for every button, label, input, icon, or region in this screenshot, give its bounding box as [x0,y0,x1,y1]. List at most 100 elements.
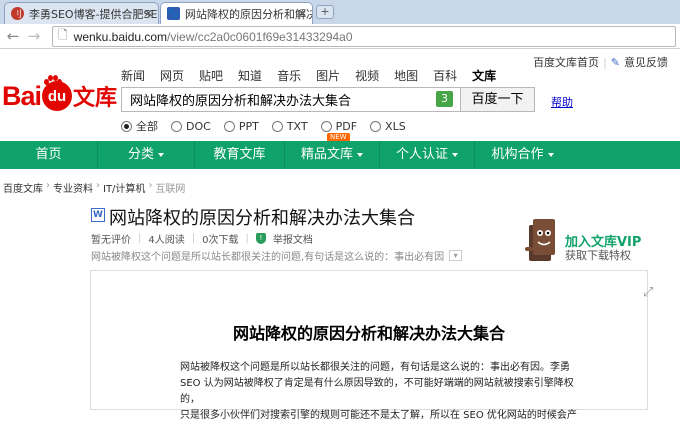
body-line: 网站被降权这个问题是所以站长都很关注的问题，有句话是这么说的：事出必有因。李勇 [180,362,570,373]
filter-label: TXT [286,119,308,133]
divider: | [138,233,142,244]
main-nav: 首页 分类 教育文库 精品文库 个人认证 机构合作 [0,141,680,169]
breadcrumb-item[interactable]: 百度文库 [3,180,43,195]
doc-page-title: 网站降权的原因分析和解决办法大集合 [232,324,505,343]
file-type-filters: 全部 DOC PPT TXT PDF XLS [121,118,419,134]
filter-ppt[interactable]: PPT [223,119,259,133]
search-button[interactable]: 百度一下 [460,87,535,112]
doc-rating: 暂无评价 [91,235,131,246]
doc-page-body: 网站被降权这个问题是所以站长都很关注的问题，有句话是这么说的：事出必有因。李勇 … [180,360,590,424]
wenku-home-link[interactable]: 百度文库首页 [533,54,599,70]
nav-label: 教育文库 [213,147,266,162]
chevron-down-icon [452,152,458,157]
category-map[interactable]: 地图 [394,67,418,84]
radio-icon[interactable] [171,120,182,132]
word-doc-icon: W [91,208,105,222]
filter-txt[interactable]: TXT [271,119,308,133]
address-bar[interactable]: 🗋 wenku.baidu.com/view/cc2a0c0601f69e314… [52,26,676,47]
category-web[interactable]: 网页 [160,67,184,84]
tab-title: 网站降权的原因分析和解决... [185,7,312,21]
doc-downloads: 0次下载 [202,235,239,246]
doc-readers: 4人阅读 [148,235,185,246]
radio-icon[interactable] [121,120,132,132]
url-host: wenku.baidu.com [73,29,168,44]
help-link[interactable]: 帮助 [551,94,573,110]
breadcrumb-separator: › [96,180,100,191]
browser-tab-bar: 刂 李勇SEO博客-提供合肥SE... ✕ 🐾 网站降权的原因分析和解决... … [0,0,680,24]
category-music[interactable]: 音乐 [277,67,301,84]
category-news[interactable]: 新闻 [121,67,145,84]
vip-subtitle: 获取下载特权 [565,249,631,262]
nav-education[interactable]: 教育文库 [195,141,285,169]
breadcrumb: 百度文库 › 专业资料 › IT/计算机 › 互联网 [3,180,185,195]
feedback-link[interactable]: 意见反馈 [624,54,668,70]
nav-premium[interactable]: 精品文库 [285,141,380,169]
filter-label: XLS [385,119,406,133]
forward-arrow-icon[interactable]: → [25,27,43,45]
radio-icon[interactable] [223,120,235,132]
search-input[interactable]: 网站降权的原因分析和解决办法大集合 [121,87,460,112]
nav-category[interactable]: 分类 [98,141,195,169]
browser-toolbar: ← → 🗋 wenku.baidu.com/view/cc2a0c0601f69… [0,24,680,49]
nav-personal-auth[interactable]: 个人认证 [380,141,475,169]
chevron-down-icon [158,152,164,157]
category-wenku[interactable]: 文库 [472,67,496,84]
nav-institution[interactable]: 机构合作 [475,141,570,169]
close-icon[interactable]: ✕ [298,7,307,20]
body-line: 只是很多小伙伴们对搜索引擎的规则可能还不是太了解，所以在 SEO 优化网站的时候… [180,410,577,421]
filter-pdf[interactable]: PDF [320,119,358,133]
breadcrumb-item[interactable]: 专业资料 [53,180,93,195]
doc-title: 网站降权的原因分析和解决办法大集合 [109,208,415,229]
chevron-down-icon [357,152,363,157]
breadcrumb-item[interactable]: IT/计算机 [103,180,145,195]
nav-label: 首页 [35,147,62,162]
breadcrumb-separator: › [148,180,153,191]
new-tab-button[interactable]: + [316,5,334,19]
breadcrumb-item[interactable]: 互联网 [155,180,185,195]
breadcrumb-separator: › [46,180,50,191]
shield-icon: ! [255,233,266,244]
url-path: /view/cc2a0c0601f69e31433294a0 [167,29,353,44]
paw-icon [44,75,62,88]
nav-label: 精品文库 [300,147,353,162]
top-links: 百度文库首页 | ✎ 意见反馈 [533,54,668,70]
category-video[interactable]: 视频 [355,67,379,84]
browser-tab-1[interactable]: 刂 李勇SEO博客-提供合肥SE... ✕ [4,2,159,24]
filter-label: PDF [335,119,358,133]
back-arrow-icon[interactable]: ← [4,27,22,45]
browser-tab-2[interactable]: 🐾 网站降权的原因分析和解决... ✕ [160,2,313,24]
category-baike[interactable]: 百科 [433,67,457,84]
fullscreen-icon[interactable]: ⤢ [643,285,659,301]
summary-text: 网站被降权这个问题是所以站长都很关注的问题,有句话是这么说的：事出必有因 [91,252,445,263]
logo-ku: 文库 [73,85,118,110]
search-count-badge: 3 [436,91,453,107]
filter-label: PPT [238,119,259,133]
radio-icon[interactable] [320,120,332,132]
filter-xls[interactable]: XLS [370,120,406,133]
search-category-links: 新闻 网页 贴吧 知道 音乐 图片 视频 地图 百科 文库 [121,67,511,84]
baidu-favicon-icon: 🐾 [167,7,180,20]
doc-summary: 网站被降权这个问题是所以站长都很关注的问题,有句话是这么说的：事出必有因 ▾ [91,248,463,263]
page-icon: 🗋 [58,28,68,42]
filter-label: 全部 [136,120,158,133]
filter-doc[interactable]: DOC [171,120,211,133]
report-link[interactable]: 举报文档 [273,231,313,246]
nav-label: 个人认证 [395,147,448,162]
radio-icon[interactable] [271,120,283,132]
category-zhidao[interactable]: 知道 [238,67,262,84]
close-icon[interactable]: ✕ [144,7,153,20]
body-line: SEO 认为网站被降权了肯定是有什么原因导致的，不可能好端端的网站就被搜索引擎降… [180,378,574,405]
radio-icon[interactable] [370,120,382,132]
divider: | [603,55,607,69]
vip-mascot-icon[interactable] [525,217,560,267]
nav-home[interactable]: 首页 [0,141,98,169]
filter-all[interactable]: 全部 [121,118,158,134]
category-tieba[interactable]: 贴吧 [199,67,223,84]
filter-label: DOC [186,119,211,133]
expand-chevron-icon[interactable]: ▾ [449,250,463,261]
category-images[interactable]: 图片 [316,67,340,84]
chevron-down-icon [547,152,554,157]
nav-label: 机构合作 [491,147,544,162]
divider: | [191,233,196,244]
site-favicon-icon: 刂 [11,7,24,20]
